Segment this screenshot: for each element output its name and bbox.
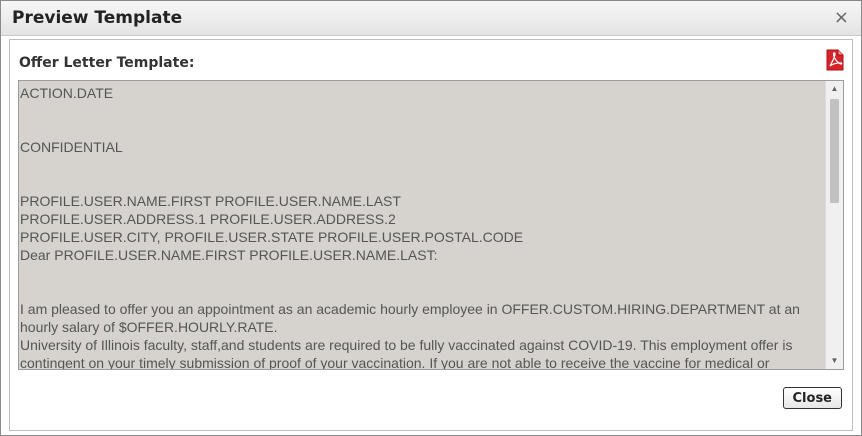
dialog-titlebar[interactable]: Preview Template × <box>1 1 861 36</box>
template-line: Dear PROFILE.USER.NAME.FIRST PROFILE.USE… <box>20 247 438 263</box>
dialog-content: Offer Letter Template: ACTION.DATE CONFID… <box>9 39 853 431</box>
close-button[interactable]: Close <box>782 387 842 409</box>
section-label: Offer Letter Template: <box>19 55 195 71</box>
template-text: ACTION.DATE CONFIDENTIAL PROFILE.USER.NAME… <box>20 84 821 370</box>
template-line: ACTION.DATE <box>20 85 114 101</box>
scroll-thumb[interactable] <box>830 99 839 203</box>
scroll-up-arrow-icon[interactable]: ▲ <box>826 81 843 97</box>
template-line: I am pleased to offer you an appointment… <box>20 301 800 335</box>
close-icon[interactable]: × <box>834 7 849 28</box>
template-line: CONFIDENTIAL <box>20 139 123 155</box>
template-line: PROFILE.USER.NAME.FIRST PROFILE.USER.NAM… <box>20 193 401 209</box>
template-line: University of Illinois faculty, staff,an… <box>20 337 793 370</box>
template-line: PROFILE.USER.ADDRESS.1 PROFILE.USER.ADDR… <box>20 211 396 227</box>
dialog-title: Preview Template <box>12 8 183 28</box>
template-textarea[interactable]: ACTION.DATE CONFIDENTIAL PROFILE.USER.NAME… <box>18 80 844 370</box>
scroll-down-arrow-icon[interactable]: ▼ <box>826 353 843 369</box>
template-line: PROFILE.USER.CITY, PROFILE.USER.STATE PR… <box>20 229 524 245</box>
vertical-scrollbar[interactable]: ▲ ▼ <box>825 81 843 369</box>
preview-template-dialog: Preview Template × Offer Letter Template… <box>0 0 862 436</box>
pdf-icon[interactable] <box>826 49 844 71</box>
